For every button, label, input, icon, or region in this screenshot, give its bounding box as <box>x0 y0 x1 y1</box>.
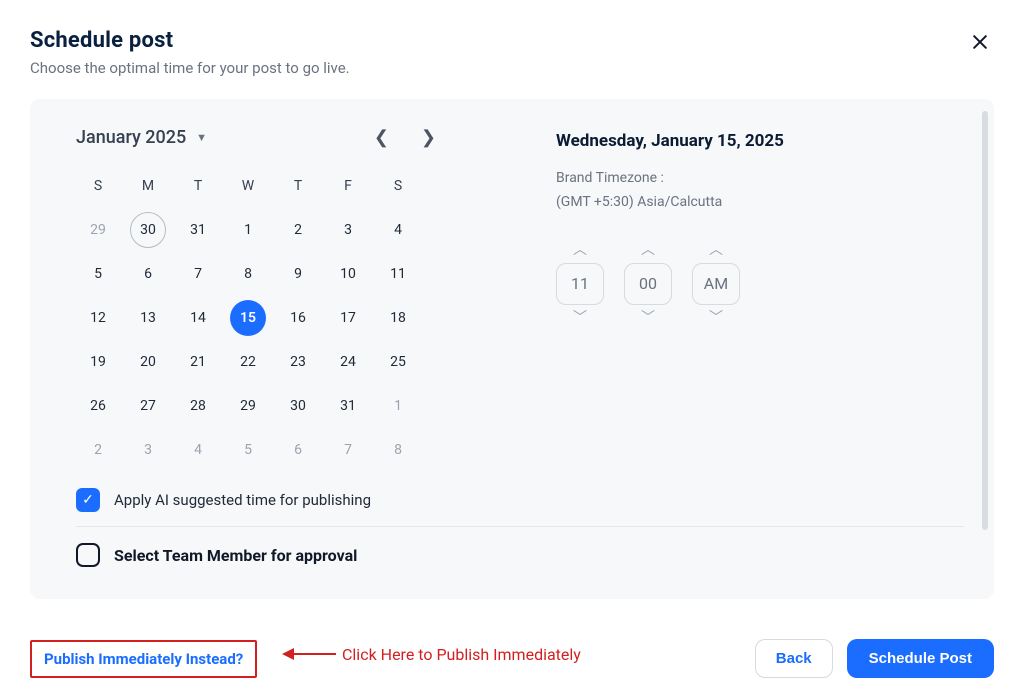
approval-checkbox[interactable] <box>76 543 100 567</box>
calendar-day[interactable]: 8 <box>230 256 266 292</box>
schedule-post-modal: Schedule post Choose the optimal time fo… <box>0 0 1024 696</box>
calendar-dow: F <box>326 166 370 206</box>
ampm-up[interactable]: ︿ <box>709 243 723 257</box>
scheduler-panel: January 2025 ▼ ❮ ❯ SMTWTFS29303112345678… <box>30 99 994 599</box>
chevron-down-icon: ▼ <box>196 131 207 144</box>
minute-value[interactable]: 00 <box>624 263 672 305</box>
calendar-day[interactable]: 7 <box>330 432 366 468</box>
calendar-day[interactable]: 30 <box>130 212 166 248</box>
calendar-day[interactable]: 14 <box>180 300 216 336</box>
calendar-day[interactable]: 19 <box>80 344 116 380</box>
prev-month-button[interactable]: ❮ <box>374 129 389 147</box>
selected-date: Wednesday, January 15, 2025 <box>556 131 784 151</box>
hour-down[interactable]: ﹀ <box>573 311 587 325</box>
approval-label: Select Team Member for approval <box>114 546 357 565</box>
calendar-day[interactable]: 31 <box>180 212 216 248</box>
calendar-day[interactable]: 23 <box>280 344 316 380</box>
hour-up[interactable]: ︿ <box>573 243 587 257</box>
calendar-day[interactable]: 29 <box>230 388 266 424</box>
close-button[interactable] <box>966 28 994 56</box>
calendar-day[interactable]: 31 <box>330 388 366 424</box>
calendar-day[interactable]: 12 <box>80 300 116 336</box>
calendar-day[interactable]: 6 <box>130 256 166 292</box>
next-month-button[interactable]: ❯ <box>421 129 436 147</box>
publish-immediately-link[interactable]: Publish Immediately Instead? <box>30 640 257 678</box>
modal-title: Schedule post <box>30 28 350 53</box>
calendar-day[interactable]: 4 <box>380 212 416 248</box>
calendar-day[interactable]: 1 <box>380 388 416 424</box>
calendar-day[interactable]: 26 <box>80 388 116 424</box>
back-button[interactable]: Back <box>755 639 833 678</box>
calendar-day[interactable]: 9 <box>280 256 316 292</box>
calendar-day[interactable]: 10 <box>330 256 366 292</box>
calendar-day[interactable]: 4 <box>180 432 216 468</box>
month-label: January 2025 <box>76 127 186 148</box>
calendar-day[interactable]: 27 <box>130 388 166 424</box>
month-picker[interactable]: January 2025 ▼ <box>76 127 207 148</box>
calendar-day[interactable]: 1 <box>230 212 266 248</box>
schedule-post-button[interactable]: Schedule Post <box>847 639 994 678</box>
timezone-value: (GMT +5:30) Asia/Calcutta <box>556 191 784 215</box>
ampm-value[interactable]: AM <box>692 263 740 305</box>
calendar-day[interactable]: 3 <box>130 432 166 468</box>
calendar-day[interactable]: 30 <box>280 388 316 424</box>
calendar-day[interactable]: 5 <box>80 256 116 292</box>
calendar-day[interactable]: 2 <box>80 432 116 468</box>
calendar-day[interactable]: 15 <box>230 300 266 336</box>
calendar-day[interactable]: 13 <box>130 300 166 336</box>
calendar-dow: S <box>376 166 420 206</box>
calendar-day[interactable]: 11 <box>380 256 416 292</box>
divider <box>76 526 964 527</box>
ai-time-checkbox[interactable]: ✓ <box>76 488 100 512</box>
calendar-day[interactable]: 16 <box>280 300 316 336</box>
calendar-day[interactable]: 20 <box>130 344 166 380</box>
calendar-day[interactable]: 18 <box>380 300 416 336</box>
calendar-day[interactable]: 8 <box>380 432 416 468</box>
ampm-down[interactable]: ﹀ <box>709 311 723 325</box>
calendar-dow: S <box>76 166 120 206</box>
calendar-day[interactable]: 3 <box>330 212 366 248</box>
calendar-day[interactable]: 29 <box>80 212 116 248</box>
close-icon <box>970 32 990 52</box>
minute-up[interactable]: ︿ <box>641 243 655 257</box>
calendar-day[interactable]: 28 <box>180 388 216 424</box>
calendar-day[interactable]: 25 <box>380 344 416 380</box>
calendar-day[interactable]: 7 <box>180 256 216 292</box>
calendar-day[interactable]: 5 <box>230 432 266 468</box>
timezone-label: Brand Timezone : <box>556 167 784 191</box>
calendar-day[interactable]: 17 <box>330 300 366 336</box>
calendar-dow: M <box>126 166 170 206</box>
minute-spinner: ︿ 00 ﹀ <box>624 243 672 325</box>
modal-subtitle: Choose the optimal time for your post to… <box>30 59 350 77</box>
calendar-day[interactable]: 22 <box>230 344 266 380</box>
hour-value[interactable]: 11 <box>556 263 604 305</box>
calendar-dow: T <box>276 166 320 206</box>
calendar-day[interactable]: 6 <box>280 432 316 468</box>
calendar-day[interactable]: 24 <box>330 344 366 380</box>
calendar-day[interactable]: 21 <box>180 344 216 380</box>
hour-spinner: ︿ 11 ﹀ <box>556 243 604 325</box>
calendar-dow: W <box>226 166 270 206</box>
ai-time-label: Apply AI suggested time for publishing <box>114 491 371 509</box>
ampm-spinner: ︿ AM ﹀ <box>692 243 740 325</box>
minute-down[interactable]: ﹀ <box>641 311 655 325</box>
calendar-day[interactable]: 2 <box>280 212 316 248</box>
calendar-dow: T <box>176 166 220 206</box>
panel-scrollbar[interactable] <box>982 111 988 587</box>
